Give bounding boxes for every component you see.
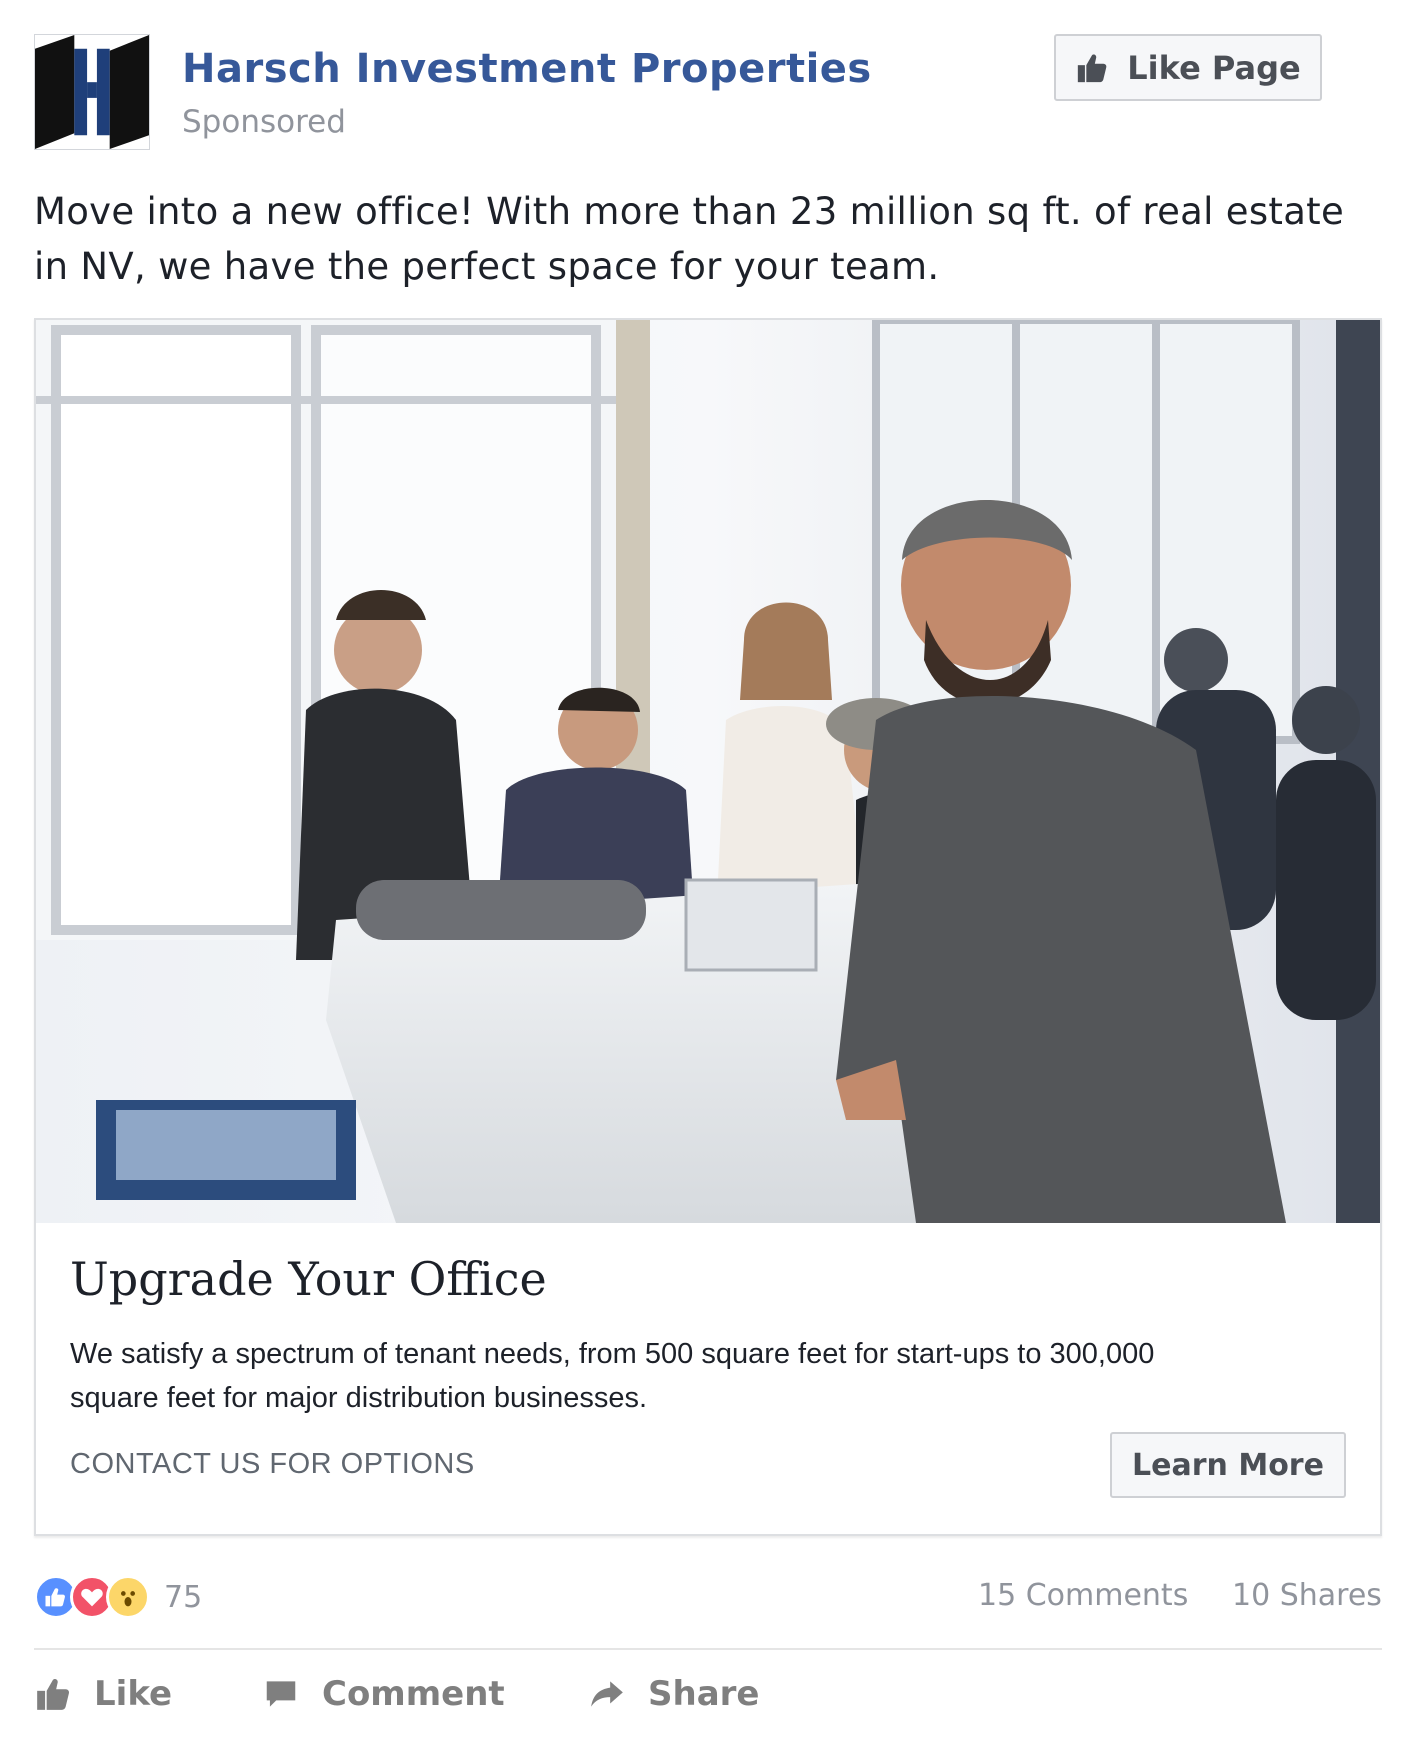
like-page-button[interactable]: Like Page	[1054, 34, 1322, 101]
like-action-label: Like	[94, 1674, 173, 1714]
like-page-label: Like Page	[1127, 48, 1301, 87]
reaction-count: 75	[164, 1579, 203, 1615]
like-action-button[interactable]: Like	[34, 1668, 172, 1720]
comments-count-link[interactable]: 15 Comments	[978, 1578, 1188, 1613]
card-headline[interactable]: Upgrade Your Office	[70, 1252, 547, 1306]
card-description: We satisfy a spectrum of tenant needs, f…	[70, 1338, 1155, 1414]
speech-bubble-icon	[266, 1681, 296, 1707]
wow-reaction-icon	[106, 1575, 150, 1619]
card-caption: CONTACT US FOR OPTIONS	[70, 1448, 475, 1480]
page-avatar-logo[interactable]	[34, 34, 150, 150]
comment-action-label: Comment	[322, 1674, 505, 1714]
office-team-photo-illustration	[36, 320, 1380, 1223]
thumbs-up-icon	[1078, 54, 1107, 82]
comment-action-button[interactable]: Comment	[262, 1668, 505, 1720]
action-bar-divider	[34, 1648, 1382, 1650]
share-action-button[interactable]: Share	[588, 1668, 759, 1720]
share-action-label: Share	[648, 1674, 760, 1714]
sponsored-post: Harsch Investment Properties Sponsored L…	[0, 0, 1408, 1737]
reactions-summary[interactable]: 75	[34, 1574, 202, 1620]
office-photo[interactable]	[36, 320, 1380, 1223]
shares-count-link[interactable]: 10 Shares	[1232, 1578, 1382, 1613]
thumbs-up-icon	[37, 1678, 70, 1710]
link-card[interactable]: Upgrade Your Office We satisfy a spectru…	[34, 318, 1382, 1536]
post-message: Move into a new office! With more than 2…	[34, 190, 1345, 288]
learn-more-button[interactable]: Learn More	[1110, 1432, 1346, 1498]
page-name-link[interactable]: Harsch Investment Properties	[182, 46, 872, 92]
harsch-logo-icon	[35, 35, 149, 149]
sponsored-label[interactable]: Sponsored	[182, 104, 346, 140]
share-arrow-icon	[591, 1681, 623, 1707]
